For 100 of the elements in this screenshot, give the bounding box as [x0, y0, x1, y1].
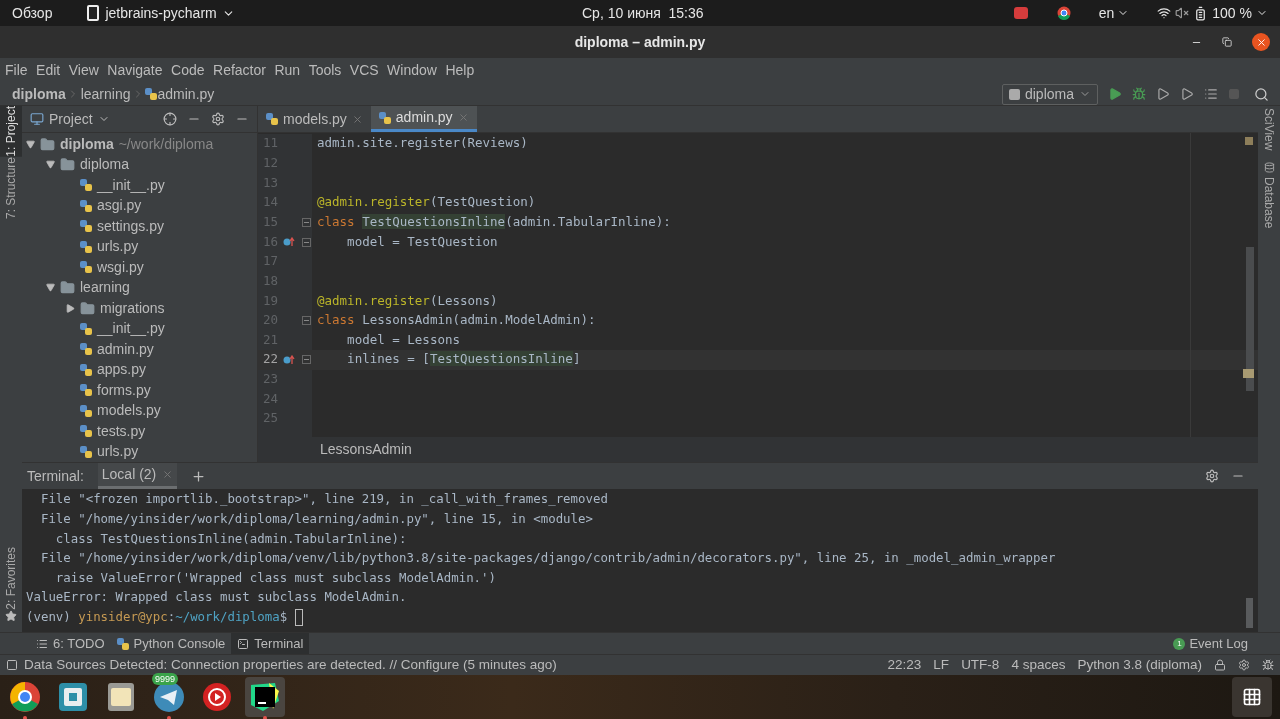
menu-item[interactable]: View: [68, 60, 99, 81]
python-file-icon: [80, 261, 92, 274]
menu-item[interactable]: Refactor: [213, 60, 266, 81]
tool-window-tab[interactable]: Database: [1260, 162, 1278, 229]
menu-item[interactable]: Help: [445, 60, 475, 81]
fold-marker-icon[interactable]: [301, 355, 311, 365]
add-tab-icon[interactable]: [191, 468, 207, 484]
menu-item[interactable]: Navigate: [107, 60, 163, 81]
maximize-icon[interactable]: [1222, 37, 1232, 47]
list-icon: [36, 637, 48, 650]
python-file-icon: [80, 220, 92, 233]
app-menu[interactable]: jetbrains-pycharm: [86, 2, 235, 24]
terminal-line: class TestQuestionsInline(admin.TabularInline):: [54, 529, 407, 548]
tree-item[interactable]: learning: [22, 277, 257, 298]
fold-marker-icon[interactable]: [301, 217, 311, 227]
menu-item[interactable]: File: [5, 60, 28, 81]
settings-icon[interactable]: [211, 112, 225, 126]
terminal-scrollbar[interactable]: [1246, 598, 1253, 628]
python-file-icon: [80, 384, 92, 397]
clock[interactable]: Ср, 10 июня 15:36: [582, 2, 704, 24]
menu-item[interactable]: VCS: [349, 60, 379, 81]
breadcrumb[interactable]: diploma: [12, 83, 66, 105]
line-separator[interactable]: LF: [933, 654, 950, 676]
tree-item[interactable]: urls.py: [22, 441, 257, 462]
menu-item[interactable]: Window: [387, 60, 437, 81]
terminal-line: (venv) yinsider@ypc:~/work/diploma$: [26, 607, 289, 626]
menu-item[interactable]: Tools: [308, 60, 342, 81]
warning-marker[interactable]: [1245, 137, 1253, 145]
tree-item[interactable]: admin.py: [22, 339, 257, 360]
lock-icon[interactable]: [1214, 659, 1226, 671]
tool-window-tab[interactable]: 1: Project: [0, 106, 22, 157]
menu-item[interactable]: Run: [274, 60, 301, 81]
menu-item[interactable]: Code: [171, 60, 205, 81]
collapsed-arrow-icon[interactable]: [66, 303, 75, 313]
editor-scrollbar[interactable]: [1246, 247, 1254, 391]
wifi-icon[interactable]: [1157, 6, 1172, 20]
search-icon[interactable]: [1254, 86, 1269, 102]
tool-windows-icon[interactable]: [6, 659, 18, 671]
tree-item[interactable]: diploma: [22, 154, 257, 175]
code-line: model = TestQuestion: [346, 232, 498, 251]
tool-window-button[interactable]: Python Console: [110, 633, 232, 654]
browser-icon: [9, 681, 41, 713]
app-grid-button[interactable]: [1232, 677, 1272, 717]
browser-icon[interactable]: [1056, 6, 1071, 20]
menu-item[interactable]: Edit: [36, 60, 61, 81]
interpreter-selector[interactable]: Python 3.8 (diploma): [1077, 654, 1202, 676]
file-encoding[interactable]: UTF-8: [961, 654, 1000, 676]
caret-position[interactable]: 22:23: [887, 654, 922, 676]
tree-item[interactable]: settings.py: [22, 216, 257, 237]
tree-item[interactable]: diploma ~/work/diploma: [22, 134, 257, 155]
indent-setting[interactable]: 4 spaces: [1011, 654, 1066, 676]
expanded-arrow-icon[interactable]: [46, 283, 55, 293]
pycharm-icon: [86, 4, 101, 22]
expanded-arrow-icon[interactable]: [46, 160, 55, 170]
star-icon[interactable]: [5, 610, 17, 622]
editor-tab[interactable]: models.py: [258, 106, 371, 132]
status-message[interactable]: Data Sources Detected: Connection properties are detected. // Configure (5 minutes ago): [24, 654, 557, 676]
tool-window-tab[interactable]: SciView: [1260, 108, 1278, 151]
tree-item[interactable]: models.py: [22, 400, 257, 421]
terminal-tab[interactable]: Local (2): [97, 463, 178, 489]
tray-app-icon[interactable]: [1012, 6, 1029, 20]
tree-item[interactable]: asgi.py: [22, 195, 257, 216]
fold-marker-icon[interactable]: [301, 316, 311, 326]
language-menu[interactable]: en: [1098, 2, 1115, 24]
item-label: urls.py: [97, 237, 139, 257]
override-marker-icon[interactable]: [283, 237, 295, 247]
structure-breadcrumb[interactable]: LessonsAdmin: [320, 439, 412, 460]
dock-item[interactable]: [245, 677, 285, 717]
code-line: class TestQuestionsInline(admin.TabularInline):: [317, 213, 671, 231]
tool-window-button[interactable]: 6: TODO: [30, 633, 111, 654]
muted-volume-icon[interactable]: [1175, 6, 1190, 20]
tree-item[interactable]: tests.py: [22, 421, 257, 442]
tree-item[interactable]: __init__.py: [22, 175, 257, 196]
locate-icon[interactable]: [163, 112, 177, 126]
tree-item[interactable]: urls.py: [22, 236, 257, 257]
warning-marker[interactable]: [1243, 369, 1254, 378]
breadcrumb[interactable]: admin.py: [157, 83, 215, 105]
tree-item[interactable]: wsgi.py: [22, 257, 257, 278]
run-configuration-dropdown[interactable]: diploma: [1001, 83, 1098, 105]
tree-item[interactable]: apps.py: [22, 359, 257, 380]
expanded-arrow-icon[interactable]: [26, 139, 35, 149]
debug-icon[interactable]: [1132, 87, 1146, 101]
event-log-button[interactable]: 1 Event Log: [1173, 633, 1280, 654]
tree-item[interactable]: __init__.py: [22, 318, 257, 339]
override-marker-icon[interactable]: [283, 354, 295, 365]
item-label: diploma: [80, 155, 130, 175]
fold-marker-icon[interactable]: [301, 237, 311, 247]
close-button[interactable]: [1252, 33, 1270, 51]
settings-icon[interactable]: [1205, 469, 1219, 483]
battery-percentage[interactable]: 100 %: [1212, 2, 1252, 24]
tree-item[interactable]: forms.py: [22, 380, 257, 401]
activities-button[interactable]: Обзор: [12, 2, 53, 24]
breadcrumb[interactable]: learning: [80, 83, 131, 105]
tool-window-tab[interactable]: 2: Favorites: [0, 547, 22, 610]
tool-window-button[interactable]: Terminal: [231, 633, 310, 654]
panel-title[interactable]: Project: [49, 108, 93, 130]
editor-tab[interactable]: admin.py: [370, 106, 477, 132]
run-icon[interactable]: [1108, 87, 1122, 101]
tree-item[interactable]: migrations: [22, 298, 257, 319]
tool-window-tab[interactable]: 7: Structure: [0, 156, 22, 219]
